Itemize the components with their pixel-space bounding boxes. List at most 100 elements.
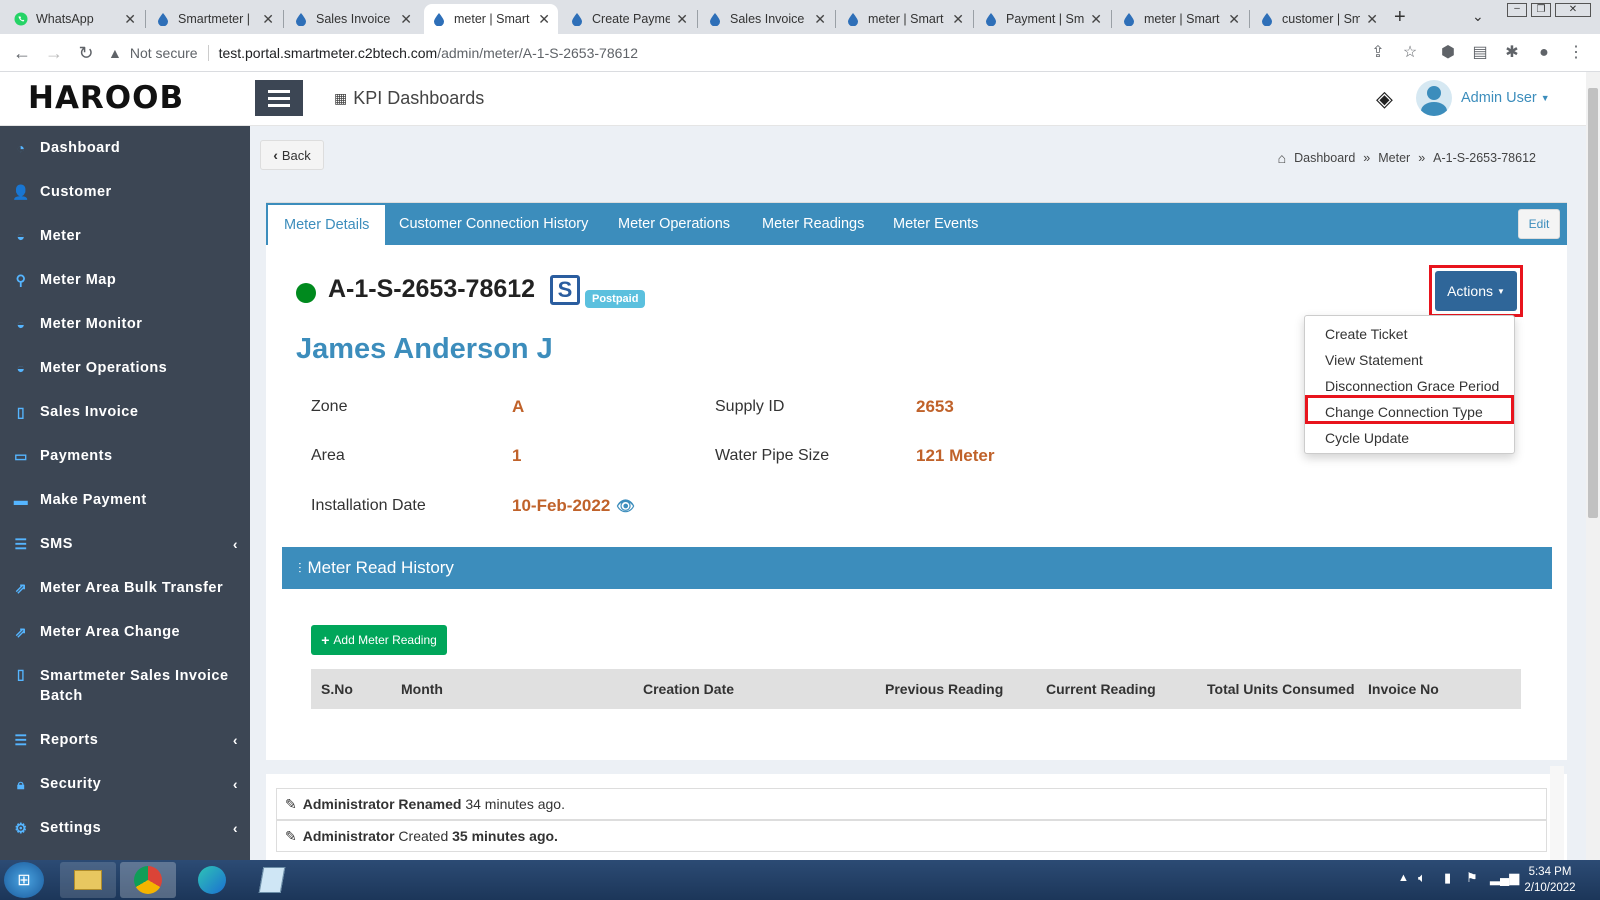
browser-tab-whatsapp[interactable]: WhatsApp ✕ [6, 4, 144, 34]
network-flag-icon[interactable]: ⚑ [1466, 870, 1478, 886]
sidebar-item-payments[interactable]: ▭ Payments [0, 434, 250, 478]
col-previous-reading[interactable]: Previous Reading [885, 669, 1003, 709]
tray-chevron-icon[interactable]: ▲ [1398, 872, 1409, 884]
menu-item-disconnection-grace-period[interactable]: Disconnection Grace Period [1325, 378, 1499, 394]
col-sno[interactable]: S.No [321, 669, 353, 709]
close-icon[interactable]: ✕ [1090, 11, 1102, 28]
sidebar-item-sms[interactable]: ☰ SMS ‹ [0, 522, 250, 566]
close-icon[interactable]: ✕ [400, 11, 412, 28]
menu-item-cycle-update[interactable]: Cycle Update [1325, 430, 1409, 446]
browser-tab-active[interactable]: meter | Smart ✕ [424, 4, 558, 34]
tab-meter-details[interactable]: Meter Details [268, 205, 386, 245]
edit-button[interactable]: Edit [1518, 209, 1560, 239]
profile-icon[interactable]: ● [1534, 43, 1554, 63]
forward-arrow-icon[interactable]: → [42, 41, 66, 65]
close-icon[interactable]: ✕ [676, 11, 688, 28]
breadcrumb-meter[interactable]: Meter [1378, 151, 1410, 165]
sidebar-item-dashboard[interactable]: ◔ Dashboard [0, 126, 250, 170]
close-icon[interactable]: ✕ [124, 11, 136, 28]
page-scrollbar[interactable] [1586, 72, 1600, 860]
back-button[interactable]: ‹ Back [260, 140, 324, 170]
user-menu[interactable]: Admin User ▼ [1461, 90, 1550, 106]
sidebar-item-reports[interactable]: ☰ Reports ‹ [0, 718, 250, 762]
browser-tab[interactable]: Payment | Sm ✕ [976, 4, 1110, 34]
new-tab-plus-icon[interactable]: + [1394, 6, 1406, 29]
browser-tab[interactable]: Sales Invoice ✕ [286, 4, 420, 34]
star-icon[interactable]: ☆ [1400, 43, 1420, 63]
browser-tab[interactable]: Sales Invoice ✕ [700, 4, 834, 34]
browser-tab[interactable]: Smartmeter | ✕ [148, 4, 282, 34]
battery-icon[interactable]: ▮ [1444, 870, 1451, 886]
kpi-dashboards-link[interactable]: ▦ KPI Dashboards [334, 88, 484, 109]
tab-meter-operations[interactable]: Meter Operations [618, 203, 730, 245]
sidebar-item-meter-operations[interactable]: ◒ Meter Operations [0, 346, 250, 390]
signal-icon[interactable]: ▂▄▆ [1490, 870, 1519, 886]
tab-meter-readings[interactable]: Meter Readings [762, 203, 864, 245]
list-icon: ☰ [14, 535, 28, 552]
sidebar-item-meter-map[interactable]: ⚲ Meter Map [0, 258, 250, 302]
sidebar-item-meter-area-bulk-transfer[interactable]: ⇗ Meter Area Bulk Transfer [0, 566, 250, 610]
menu-item-change-connection-type[interactable]: Change Connection Type [1325, 404, 1483, 420]
col-current-reading[interactable]: Current Reading [1046, 669, 1156, 709]
col-invoice-no[interactable]: Invoice No [1368, 669, 1439, 709]
col-creation-date[interactable]: Creation Date [643, 669, 734, 709]
speaker-icon[interactable]: 🔈︎ [1418, 870, 1426, 886]
clock[interactable]: 5:34 PM 2/10/2022 [1518, 864, 1582, 896]
close-icon[interactable]: ✕ [1366, 11, 1378, 28]
restore-icon[interactable]: ❐ [1531, 3, 1551, 17]
sidebar-item-security[interactable]: 🔒︎ Security ‹ [0, 762, 250, 806]
app-logo[interactable]: HAROOB [28, 80, 184, 116]
clipboard-icon[interactable]: ▤ [1470, 43, 1490, 63]
scrollbar-thumb[interactable] [1588, 88, 1598, 518]
sidebar-item-meter-monitor[interactable]: ◒ Meter Monitor [0, 302, 250, 346]
close-icon[interactable]: ✕ [1228, 11, 1240, 28]
share-icon[interactable]: ⇪ [1368, 43, 1388, 63]
menu-item-create-ticket[interactable]: Create Ticket [1325, 326, 1407, 342]
edge-icon[interactable] [184, 862, 240, 898]
notepad-icon[interactable] [244, 862, 300, 898]
sidebar-item-sales-invoice[interactable]: ▯ Sales Invoice [0, 390, 250, 434]
browser-tab[interactable]: meter | Smart ✕ [838, 4, 972, 34]
file-explorer-icon[interactable] [60, 862, 116, 898]
avatar[interactable] [1416, 80, 1452, 116]
browser-tab[interactable]: meter | Smart ✕ [1114, 4, 1248, 34]
extension-shield-icon[interactable]: ⬢ [1438, 43, 1458, 63]
inner-scrollbar[interactable] [1550, 766, 1564, 860]
close-icon[interactable]: ✕ [814, 11, 826, 28]
url-field[interactable]: ▲ Not secure test.portal.smartmeter.c2bt… [108, 39, 1388, 67]
start-button[interactable]: ⊞ [4, 862, 44, 898]
reload-icon[interactable]: ↻ [74, 41, 98, 65]
puzzle-icon[interactable]: ✱ [1502, 43, 1522, 63]
close-icon[interactable]: ✕ [538, 11, 550, 28]
not-secure-label[interactable]: Not secure [130, 45, 198, 61]
back-arrow-icon[interactable]: ← [10, 41, 34, 65]
menu-item-view-statement[interactable]: View Statement [1325, 352, 1423, 368]
browser-tab[interactable]: customer | Sm ✕ [1252, 4, 1386, 34]
window-close-icon[interactable]: ✕ [1555, 3, 1591, 17]
tab-customer-connection-history[interactable]: Customer Connection History [399, 203, 588, 245]
tab-search-chevron-icon[interactable]: ⌄ [1472, 8, 1484, 25]
sidebar-item-customer[interactable]: 👤 Customer [0, 170, 250, 214]
sidebar-item-meter[interactable]: ◒ Meter [0, 214, 250, 258]
add-meter-reading-button[interactable]: + Add Meter Reading [311, 625, 447, 655]
sidebar-item-meter-area-change[interactable]: ⇗ Meter Area Change [0, 610, 250, 654]
customer-name[interactable]: James Anderson J [296, 333, 553, 366]
ticket-icon[interactable]: ◈ [1376, 86, 1393, 112]
sidebar-item-smartmeter-sales-invoice-batch[interactable]: ▯ Smartmeter Sales Invoice Batch [0, 654, 250, 718]
eye-icon[interactable]: 👁︎ [616, 497, 635, 515]
tab-meter-events[interactable]: Meter Events [893, 203, 978, 245]
sidebar-item-make-payment[interactable]: ▬ Make Payment [0, 478, 250, 522]
breadcrumb-dashboard[interactable]: Dashboard [1294, 151, 1355, 165]
sidebar-toggle-button[interactable] [255, 80, 303, 116]
sidebar-item-settings[interactable]: ⚙ Settings ‹ [0, 806, 250, 850]
col-month[interactable]: Month [401, 669, 443, 709]
browser-tab[interactable]: Create Payme ✕ [562, 4, 696, 34]
chrome-icon[interactable] [120, 862, 176, 898]
col-total-units-consumed[interactable]: Total Units Consumed [1207, 669, 1355, 709]
warning-icon[interactable]: ▲ [108, 45, 122, 61]
minimize-icon[interactable]: ‒ [1507, 3, 1527, 17]
actions-button[interactable]: Actions ▼ [1435, 271, 1517, 311]
close-icon[interactable]: ✕ [952, 11, 964, 28]
more-menu-icon[interactable]: ⋮ [1566, 43, 1586, 63]
close-icon[interactable]: ✕ [262, 11, 274, 28]
